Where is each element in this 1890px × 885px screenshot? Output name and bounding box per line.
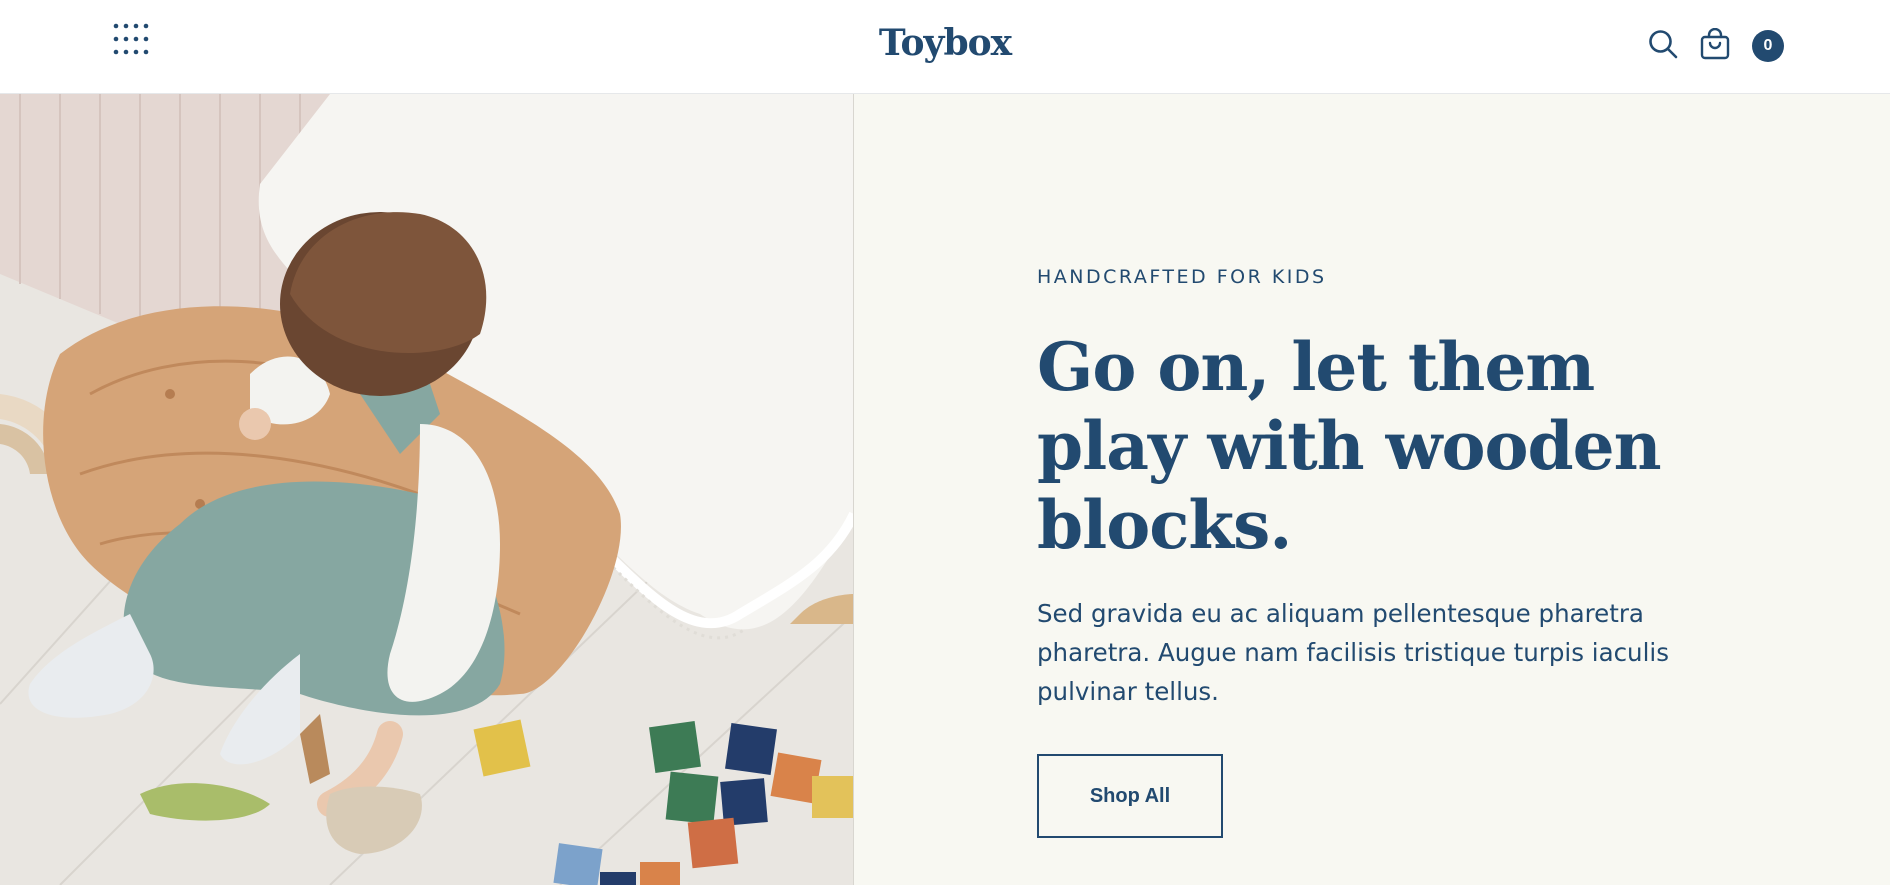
shop-all-button[interactable]: Shop All xyxy=(1037,754,1223,838)
site-logo-wrap: Toybox xyxy=(0,22,1890,64)
hero-photo-illustration xyxy=(0,94,853,885)
hero-description: Sed gravida eu ac aliquam pellentesque p… xyxy=(1037,599,1669,706)
hero-headline: Go on, let them play with wooden blocks. xyxy=(1037,328,1662,564)
site-logo[interactable]: Toybox xyxy=(879,22,1012,64)
cart-count-badge[interactable]: 0 xyxy=(1752,30,1784,62)
hero-eyebrow: HANDCRAFTED FOR KIDS xyxy=(1037,266,1327,288)
hero-image xyxy=(0,94,854,885)
shopping-bag-icon[interactable] xyxy=(1699,27,1731,60)
site-header: Toybox 0 xyxy=(0,0,1890,94)
search-icon[interactable] xyxy=(1648,29,1678,59)
hero-content: HANDCRAFTED FOR KIDS Go on, let them pla… xyxy=(854,94,1890,885)
grid-dots-icon[interactable] xyxy=(112,22,150,60)
